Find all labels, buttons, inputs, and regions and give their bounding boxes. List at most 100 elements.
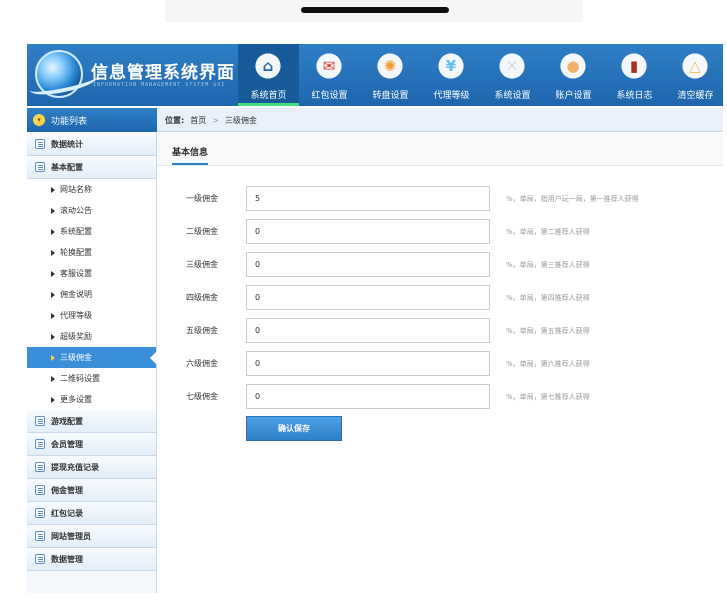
field-hint: %，单局，指用户玩一局，第一推荐人获得 bbox=[506, 195, 639, 203]
sidebar-item-8[interactable]: 三级佣金 bbox=[27, 347, 157, 368]
commission-input-level-6[interactable] bbox=[246, 351, 490, 376]
sidebar-item-label: 系统配置 bbox=[60, 227, 92, 236]
top-nav: ⌂ 系统首页 ✉ 红包设置 ✺ 转盘设置 ¥ 代理等级 ✕ 系统设置 ● 账户设置 ▮ 系统日志 △ 清空缓存 bbox=[238, 44, 723, 106]
nav-item-5[interactable]: ● 账户设置 bbox=[543, 44, 604, 106]
breadcrumb-home-link[interactable]: 首页 bbox=[190, 115, 206, 126]
nav-item-3[interactable]: ¥ 代理等级 bbox=[421, 44, 482, 106]
sidebar-section-8[interactable]: 数据管理 bbox=[27, 548, 156, 571]
chevron-down-icon: ▾ bbox=[33, 114, 45, 126]
sidebar-item-1[interactable]: 滚动公告 bbox=[27, 200, 156, 221]
caret-right-icon bbox=[51, 396, 55, 403]
caret-right-icon bbox=[51, 270, 55, 277]
field-label: 五级佣金 bbox=[186, 326, 218, 335]
caret-right-icon bbox=[51, 375, 55, 382]
sidebar-item-6[interactable]: 代理等级 bbox=[27, 305, 156, 326]
nav-item-7[interactable]: △ 清空缓存 bbox=[665, 44, 723, 106]
tools-icon: ✕ bbox=[496, 50, 528, 82]
commission-input-level-3[interactable] bbox=[246, 252, 490, 277]
sidebar-section-label: 红包记录 bbox=[51, 508, 83, 518]
color-wheel-icon: ✺ bbox=[374, 50, 406, 82]
sidebar-item-3[interactable]: 轮换配置 bbox=[27, 242, 156, 263]
sidebar-item-9[interactable]: 二维码设置 bbox=[27, 368, 156, 389]
sidebar-section-3[interactable]: 会员管理 bbox=[27, 433, 156, 456]
sidebar-header[interactable]: ▾ 功能列表 bbox=[27, 108, 157, 132]
sidebar-section-label: 基本配置 bbox=[51, 162, 83, 172]
sidebar-item-7[interactable]: 超级奖励 bbox=[27, 326, 156, 347]
sidebar-section-label: 会员管理 bbox=[51, 439, 83, 449]
field-label: 四级佣金 bbox=[186, 293, 218, 302]
list-icon bbox=[35, 485, 45, 495]
form-row: 二级佣金 %，单局，第二推荐人获得 bbox=[158, 219, 723, 245]
sidebar-item-4[interactable]: 客服设置 bbox=[27, 263, 156, 284]
broom-icon: △ bbox=[679, 50, 711, 82]
sidebar-item-label: 客服设置 bbox=[60, 269, 92, 278]
main-content: 基本信息 一级佣金 %，单局，指用户玩一局，第一推荐人获得二级佣金 %，单局，第二推… bbox=[158, 133, 723, 593]
save-button[interactable]: 确认保存 bbox=[246, 416, 342, 441]
list-icon bbox=[35, 416, 45, 426]
app-title: 信息管理系统界面 bbox=[91, 63, 235, 83]
nav-item-6[interactable]: ▮ 系统日志 bbox=[604, 44, 665, 106]
app-header: 信息管理系统界面 INFORMATION MANAGEMENT SYSTEM G… bbox=[27, 44, 723, 106]
home-indicator bbox=[301, 7, 449, 13]
field-label: 七级佣金 bbox=[186, 392, 218, 401]
commission-input-level-4[interactable] bbox=[246, 285, 490, 310]
field-hint: %，单局，第五推荐人获得 bbox=[506, 327, 590, 335]
nav-item-2[interactable]: ✺ 转盘设置 bbox=[360, 44, 421, 106]
field-hint: %，单局，第二推荐人获得 bbox=[506, 228, 590, 236]
breadcrumb: 位置: 首页 > 三级佣金 bbox=[165, 108, 257, 132]
commission-input-level-7[interactable] bbox=[246, 384, 490, 409]
field-hint: %，单局，第六推荐人获得 bbox=[506, 360, 590, 368]
caret-right-icon bbox=[51, 249, 55, 256]
form-row: 六级佣金 %，单局，第六推荐人获得 bbox=[158, 351, 723, 377]
nav-item-1[interactable]: ✉ 红包设置 bbox=[299, 44, 360, 106]
sidebar-section-label: 提现充值记录 bbox=[51, 462, 99, 472]
sidebar-sub-list: 网站名称 滚动公告系统配置轮换配置客服设置佣金说明 代理等级超级奖励三级佣金 二维码设… bbox=[27, 179, 157, 410]
sidebar-section-6[interactable]: 红包记录 bbox=[27, 502, 156, 525]
sidebar-section-label: 数据统计 bbox=[51, 139, 83, 149]
breadcrumb-bar: ▾ 功能列表 位置: 首页 > 三级佣金 bbox=[27, 108, 723, 132]
nav-label: 代理等级 bbox=[433, 91, 470, 101]
nav-label: 清空缓存 bbox=[677, 91, 714, 101]
sidebar-section-2[interactable]: 游戏配置 bbox=[27, 410, 156, 433]
field-label: 二级佣金 bbox=[186, 227, 218, 236]
caret-right-icon bbox=[51, 312, 55, 319]
sidebar-item-10[interactable]: 更多设置 bbox=[27, 389, 156, 410]
field-label: 一级佣金 bbox=[186, 194, 218, 203]
sidebar-item-5[interactable]: 佣金说明 bbox=[27, 284, 156, 305]
nav-label: 转盘设置 bbox=[372, 91, 409, 101]
breadcrumb-separator: > bbox=[212, 115, 219, 125]
field-hint: %，单局，第三推荐人获得 bbox=[506, 261, 590, 269]
commission-input-level-1[interactable] bbox=[246, 186, 490, 211]
sidebar-item-0[interactable]: 网站名称 bbox=[27, 179, 156, 200]
tab-basic-info[interactable]: 基本信息 bbox=[172, 145, 209, 165]
nav-item-0[interactable]: ⌂ 系统首页 bbox=[238, 44, 299, 106]
nav-label: 账户设置 bbox=[555, 91, 592, 101]
sidebar-section-5[interactable]: 佣金管理 bbox=[27, 479, 156, 502]
commission-input-level-2[interactable] bbox=[246, 219, 490, 244]
sidebar-section-7[interactable]: 网站管理员 bbox=[27, 525, 156, 548]
sidebar-item-2[interactable]: 系统配置 bbox=[27, 221, 156, 242]
sidebar: 数据统计基本配置网站名称 滚动公告系统配置轮换配置客服设置佣金说明 代理等级超级奖励… bbox=[27, 133, 157, 593]
nav-label: 红包设置 bbox=[311, 91, 348, 101]
caret-right-icon bbox=[51, 186, 55, 193]
sidebar-item-label: 更多设置 bbox=[60, 395, 92, 404]
caret-right-icon bbox=[51, 207, 55, 214]
nav-item-4[interactable]: ✕ 系统设置 bbox=[482, 44, 543, 106]
sidebar-section-1[interactable]: 基本配置 bbox=[27, 156, 156, 179]
form-row: 七级佣金 %，单局，第七推荐人获得 bbox=[158, 384, 723, 410]
sidebar-section-label: 网站管理员 bbox=[51, 531, 91, 541]
book-icon: ▮ bbox=[618, 50, 650, 82]
sidebar-section-label: 数据管理 bbox=[51, 554, 83, 564]
list-icon bbox=[35, 554, 45, 564]
device-status-bar bbox=[165, 0, 583, 22]
sidebar-item-label: 超级奖励 bbox=[60, 332, 92, 341]
sidebar-section-0[interactable]: 数据统计 bbox=[27, 133, 156, 156]
sidebar-header-label: 功能列表 bbox=[51, 116, 88, 127]
caret-right-icon bbox=[51, 228, 55, 235]
breadcrumb-current: 三级佣金 bbox=[224, 115, 257, 125]
breadcrumb-prefix: 位置: bbox=[165, 115, 185, 125]
sidebar-section-4[interactable]: 提现充值记录 bbox=[27, 456, 156, 479]
user-icon: ● bbox=[557, 50, 589, 82]
tab-strip: 基本信息 bbox=[158, 133, 723, 166]
commission-input-level-5[interactable] bbox=[246, 318, 490, 343]
